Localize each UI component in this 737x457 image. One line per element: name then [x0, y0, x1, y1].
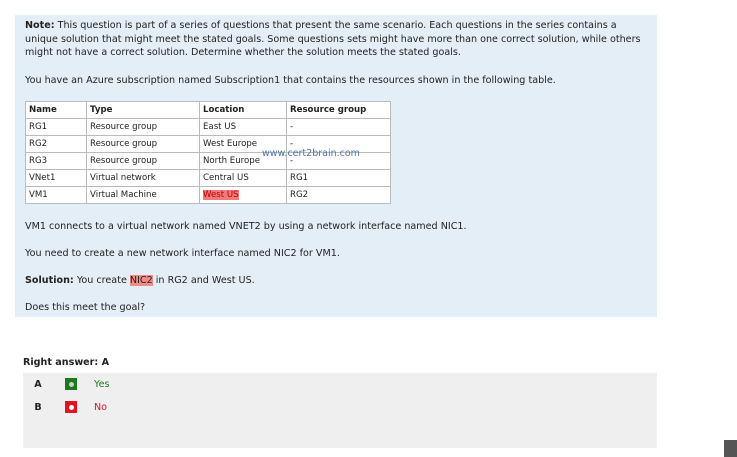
- table-cell: Resource group: [86, 118, 200, 136]
- watermark: www.cert2brain.com: [262, 148, 360, 159]
- header-name: Name: [25, 101, 87, 119]
- option-letter: A: [34, 378, 42, 390]
- scroll-corner: [724, 440, 737, 457]
- table-cell: RG1: [25, 118, 87, 136]
- correct-radio-icon[interactable]: [65, 378, 77, 390]
- table-row: RG1 Resource group East US -: [25, 118, 391, 136]
- option-b[interactable]: B No: [23, 400, 107, 414]
- table-cell: Virtual Machine: [86, 186, 200, 204]
- table-cell: VM1: [25, 186, 87, 204]
- table-cell: RG1: [286, 169, 391, 187]
- option-text: Yes: [94, 378, 110, 390]
- answer-options: A Yes B No: [23, 373, 657, 448]
- table-row: VNet1 Virtual network Central US RG1: [25, 169, 391, 187]
- incorrect-radio-icon[interactable]: [65, 401, 77, 413]
- table-cell: -: [286, 118, 391, 136]
- header-location: Location: [199, 101, 287, 119]
- header-type: Type: [86, 101, 200, 119]
- table-cell: Virtual network: [86, 169, 200, 187]
- table-cell: West US: [199, 186, 287, 204]
- solution-text: You create: [73, 275, 130, 286]
- solution-text-end: in RG2 and West US.: [152, 275, 255, 286]
- table-cell: Resource group: [86, 135, 200, 153]
- highlight-nic2: NIC2: [129, 275, 153, 286]
- option-text: No: [94, 401, 108, 413]
- option-letter: B: [34, 401, 42, 413]
- intro: You have an Azure subscription named Sub…: [25, 75, 556, 86]
- note-text: This question is part of a series of que…: [25, 20, 641, 58]
- table-cell: RG2: [25, 135, 87, 153]
- header-resource-group: Resource group: [286, 101, 391, 119]
- note-label: Note:: [25, 20, 55, 31]
- table-cell: VNet1: [25, 169, 87, 187]
- question-panel: Note: This question is part of a series …: [15, 15, 657, 317]
- table-row: VM1 Virtual Machine West US RG2: [25, 186, 391, 204]
- paragraph-nic2: You need to create a new network interfa…: [25, 248, 340, 259]
- solution-label: Solution:: [25, 275, 74, 286]
- table-cell: East US: [199, 118, 287, 136]
- table-header: Name Type Location Resource group: [25, 101, 391, 119]
- table-cell: Resource group: [86, 152, 200, 170]
- solution: Solution: You create NIC2 in RG2 and Wes…: [25, 274, 645, 288]
- option-a[interactable]: A Yes: [23, 377, 110, 391]
- right-answer: Right answer: A: [23, 357, 110, 368]
- table-cell: RG2: [286, 186, 391, 204]
- table-cell: Central US: [199, 169, 287, 187]
- note: Note: This question is part of a series …: [25, 19, 645, 60]
- paragraph-vm1: VM1 connects to a virtual network named …: [25, 221, 467, 232]
- table-cell: RG3: [25, 152, 87, 170]
- goal-question: Does this meet the goal?: [25, 302, 146, 313]
- highlight-west-us: West US: [203, 190, 239, 200]
